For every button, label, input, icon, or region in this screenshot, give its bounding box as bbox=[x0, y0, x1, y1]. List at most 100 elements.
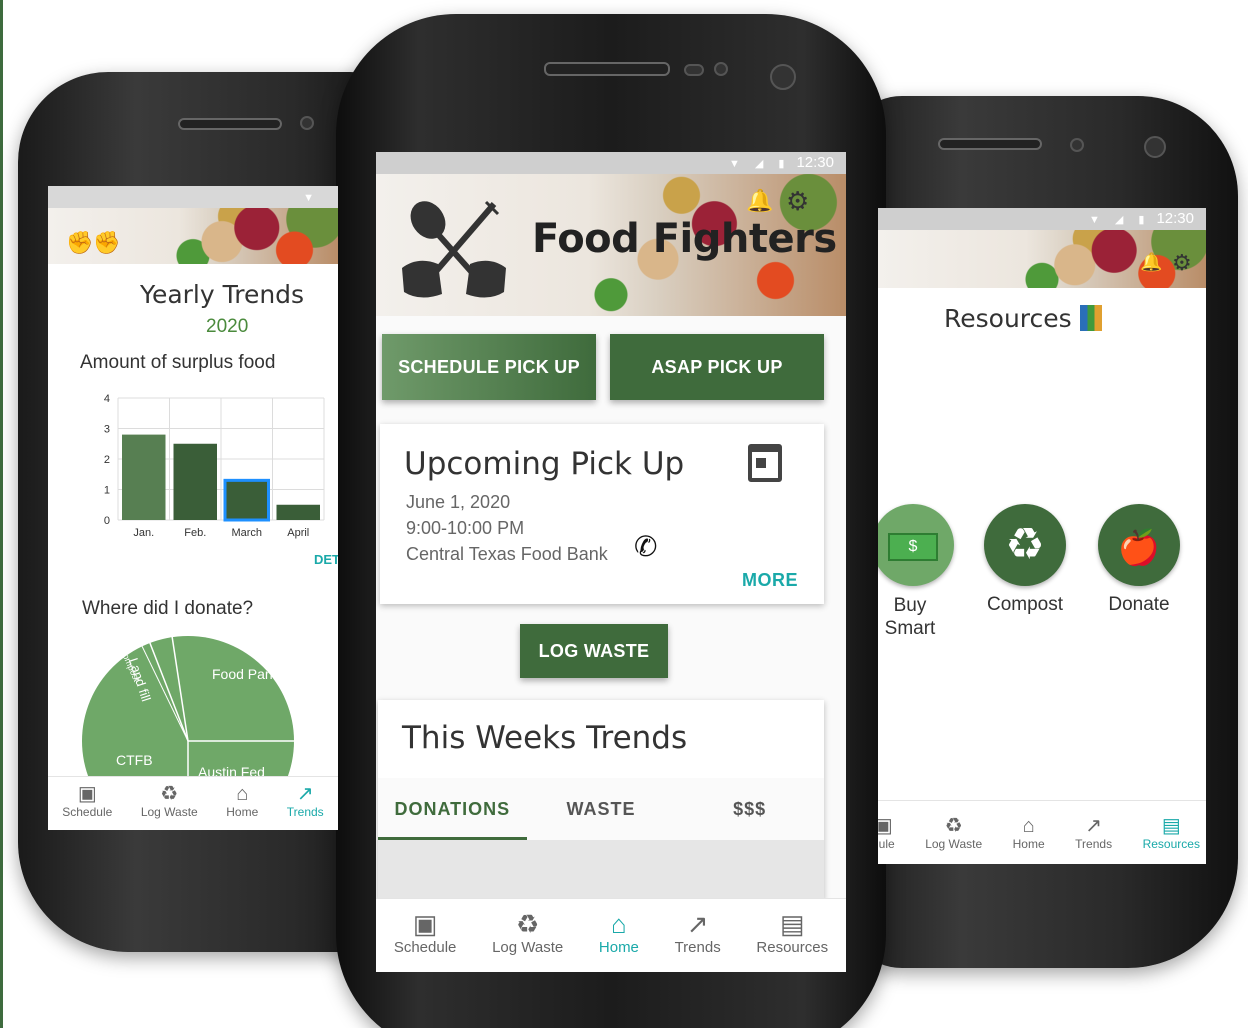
recycle-icon: ♻ bbox=[515, 909, 540, 939]
nav-home[interactable]: ⌂ Home bbox=[226, 783, 258, 830]
left-phone-sensor bbox=[300, 116, 314, 130]
recycle-icon: ♻ bbox=[160, 783, 179, 805]
status-time: 12:30 bbox=[1156, 210, 1194, 227]
notification-bell-icon[interactable]: 🔔 bbox=[1140, 252, 1162, 273]
notification-bell-icon[interactable]: 🔔 bbox=[746, 188, 773, 214]
app-logo-icon bbox=[402, 200, 506, 298]
status-bar: ▼ bbox=[48, 186, 338, 208]
settings-gear-icon[interactable]: ⚙ bbox=[1172, 250, 1192, 276]
surplus-bar-chart: 0 1 2 3 4 Jan. Feb. March April bbox=[104, 393, 325, 539]
label-line: Buy bbox=[893, 595, 927, 616]
nav-label: Log Waste bbox=[925, 837, 983, 851]
nav-log-waste[interactable]: ♻ Log Waste bbox=[141, 783, 198, 830]
y-tick-label: 4 bbox=[104, 393, 110, 405]
nav-label: Home bbox=[226, 805, 259, 819]
asap-pickup-button[interactable]: ASAP PICK UP bbox=[610, 334, 824, 400]
tab-waste[interactable]: WASTE bbox=[527, 778, 676, 840]
page-title-text: Resources bbox=[944, 304, 1072, 333]
nav-resources[interactable]: ▤ Resources bbox=[1143, 815, 1200, 864]
buy-smart-button[interactable]: $ bbox=[878, 504, 954, 586]
compost-label: Compost bbox=[986, 594, 1064, 615]
calendar-icon[interactable] bbox=[748, 444, 782, 482]
donate-button[interactable]: 🍎 bbox=[1098, 504, 1180, 586]
nav-trends[interactable]: ↗ Trends bbox=[1075, 815, 1112, 864]
home-icon: ⌂ bbox=[1022, 815, 1035, 837]
right-phone-speaker bbox=[938, 138, 1042, 150]
y-tick-label: 3 bbox=[104, 424, 110, 436]
x-tick-label: April bbox=[287, 527, 309, 539]
app-logo-icon: ✊✊ bbox=[66, 230, 121, 255]
status-icons: ▼ ◢ ▮ bbox=[1088, 214, 1151, 226]
settings-gear-icon[interactable]: ⚙ bbox=[786, 186, 809, 217]
nav-home[interactable]: ⌂ Home bbox=[599, 909, 639, 972]
recycle-icon: ♻ bbox=[1005, 520, 1045, 569]
apple-hand-icon: 🍎 bbox=[1117, 529, 1161, 567]
compost-button[interactable]: ♻ bbox=[984, 504, 1066, 586]
status-icons: ▼ bbox=[303, 192, 320, 204]
donation-pie-chart bbox=[82, 635, 294, 786]
log-waste-button[interactable]: LOG WASTE bbox=[520, 624, 668, 678]
tab-donations[interactable]: DONATIONS bbox=[378, 778, 527, 840]
nav-resources[interactable]: ▤ Resources bbox=[756, 909, 828, 972]
nav-label: Home bbox=[598, 939, 639, 956]
nav-label: Schedule bbox=[62, 805, 113, 819]
trends-tabs: DONATIONS WASTE $$$ bbox=[378, 778, 824, 840]
nav-trends[interactable]: ↗ Trends bbox=[675, 909, 721, 972]
nav-schedule[interactable]: ▣ Schedule bbox=[394, 909, 457, 972]
bar-jan[interactable] bbox=[122, 434, 166, 520]
right-screen-resources: ▼ ◢ ▮ 12:30 🔔 ⚙ Resources $ Buy Smart ♻ Co… bbox=[878, 208, 1206, 864]
left-phone-speaker bbox=[178, 118, 282, 130]
page-title: Resources bbox=[944, 304, 1102, 333]
nav-schedule[interactable]: ▣dule bbox=[878, 815, 895, 864]
trends-chart-area bbox=[378, 840, 824, 900]
more-link[interactable]: MORE bbox=[742, 570, 798, 591]
nav-home[interactable]: ⌂ Home bbox=[1013, 815, 1045, 864]
phone-call-icon[interactable]: ✆ bbox=[634, 530, 657, 563]
recycle-icon: ♻ bbox=[944, 815, 963, 837]
bottom-nav: ▣ Schedule ♻ Log Waste ⌂ Home ↗ Trends ▤ Reso… bbox=[376, 898, 846, 972]
trending-up-icon: ↗ bbox=[1085, 815, 1102, 837]
nav-label: Schedule bbox=[393, 939, 457, 956]
bar-april[interactable] bbox=[276, 504, 321, 520]
nav-trends[interactable]: ↗ Trends bbox=[287, 783, 324, 830]
status-bar: ▼ ◢ ▮ 12:30 bbox=[376, 152, 846, 174]
app-title: Food Fighters bbox=[532, 216, 837, 262]
donate-label: Donate bbox=[1108, 594, 1170, 615]
nav-label: Home bbox=[1012, 837, 1045, 851]
y-tick-label: 2 bbox=[104, 454, 110, 466]
nav-label: Log Waste bbox=[140, 805, 198, 819]
schedule-pickup-button[interactable]: SCHEDULE PICK UP bbox=[382, 334, 596, 400]
page-edge-line bbox=[0, 0, 3, 1028]
books-icon bbox=[1079, 305, 1102, 331]
details-link[interactable]: DET bbox=[314, 552, 338, 567]
right-phone-sensor bbox=[1070, 138, 1084, 152]
x-tick-label: Jan. bbox=[133, 527, 154, 539]
bottom-nav: ▣dule ♻Log Waste ⌂Home ↗Trends ▤Resource… bbox=[878, 800, 1206, 864]
pickup-location: Central Texas Food Bank bbox=[406, 544, 608, 564]
upcoming-pickup-card: Upcoming Pick Up June 1, 2020 9:00-10:00… bbox=[380, 424, 824, 604]
bar-feb[interactable] bbox=[173, 443, 218, 520]
x-tick-label: Feb. bbox=[184, 527, 206, 539]
nav-label: Trends bbox=[1075, 837, 1113, 851]
home-icon: ⌂ bbox=[611, 909, 627, 939]
calendar-icon: ▣ bbox=[878, 815, 893, 837]
nav-log-waste[interactable]: ♻ Log Waste bbox=[492, 909, 563, 972]
center-phone-camera bbox=[770, 64, 796, 90]
status-icons: ▼ ◢ ▮ bbox=[728, 158, 791, 170]
tab-money[interactable]: $$$ bbox=[675, 778, 824, 840]
status-bar: ▼ ◢ ▮ 12:30 bbox=[878, 208, 1206, 230]
left-screen-yearly-trends: ▼ ✊✊ Yearly Trends 2020 Amount of surplu… bbox=[48, 186, 338, 830]
x-tick-label: March bbox=[231, 527, 262, 539]
bar-march[interactable] bbox=[223, 478, 270, 522]
chart-x-ticks: Jan. Feb. March April bbox=[133, 527, 309, 539]
pie-label-food-pantry: Food Pantry bbox=[212, 666, 288, 682]
year-label: 2020 bbox=[206, 316, 249, 337]
nav-label: Resources bbox=[756, 939, 829, 956]
right-phone-camera bbox=[1144, 136, 1166, 158]
weekly-trends-card: This Weeks Trends DONATIONS WASTE $$$ bbox=[378, 700, 824, 900]
pie-label-ctfb: CTFB bbox=[116, 752, 153, 768]
nav-schedule[interactable]: ▣ Schedule bbox=[62, 783, 112, 830]
nav-label: Resources bbox=[1142, 837, 1200, 851]
nav-log-waste[interactable]: ♻ Log Waste bbox=[925, 815, 982, 864]
calendar-icon: ▣ bbox=[77, 783, 97, 805]
